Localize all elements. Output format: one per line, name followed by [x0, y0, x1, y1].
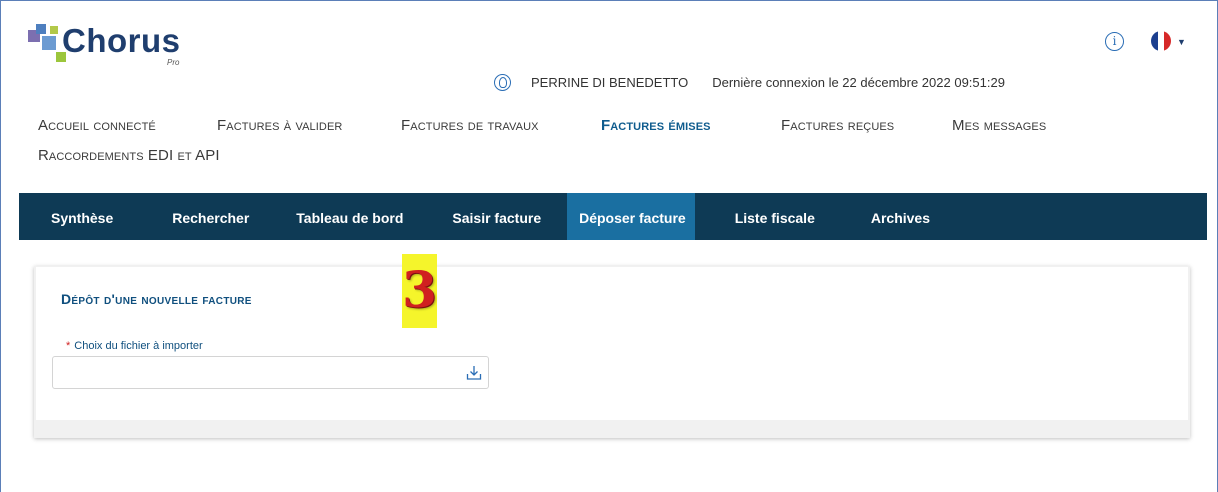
tab-synthese[interactable]: Synthèse — [19, 193, 145, 240]
info-icon[interactable]: i — [1105, 32, 1124, 51]
step-number: 3 — [402, 260, 437, 319]
user-info: PERRINE DI BENEDETTO Dernière connexion … — [494, 74, 1005, 91]
chorus-pro-logo[interactable]: Chorus Pro — [28, 22, 198, 72]
logo-square — [42, 36, 56, 50]
tab-tableau-de-bord[interactable]: Tableau de bord — [280, 193, 430, 240]
nav-item-raccordements-edi-api[interactable]: Raccordements EDI et API — [38, 147, 220, 177]
nav-item-factures-a-valider[interactable]: Factures à valider — [217, 117, 401, 147]
step-number-badge: 3 — [402, 254, 437, 328]
nav-item-factures-emises[interactable]: Factures émises — [601, 117, 781, 147]
nav-item-mes-messages[interactable]: Mes messages — [952, 117, 1046, 147]
required-marker: * — [66, 340, 71, 352]
file-field-label: * Choix du fichier à importer — [66, 340, 203, 352]
file-import-input[interactable] — [52, 356, 489, 389]
file-field-label-text: Choix du fichier à importer — [74, 340, 203, 352]
logo-square — [50, 26, 58, 34]
tab-saisir-facture[interactable]: Saisir facture — [430, 193, 567, 240]
upload-card — [36, 267, 1188, 420]
nav-item-factures-recues[interactable]: Factures reçues — [781, 117, 952, 147]
sub-navigation-bar: Synthèse Rechercher Tableau de bord Sais… — [19, 193, 1207, 240]
logo-square — [36, 24, 46, 34]
language-dropdown-caret-icon[interactable]: ▼ — [1177, 37, 1186, 47]
logo-wordmark: Chorus — [62, 22, 181, 59]
french-flag-icon[interactable] — [1151, 31, 1171, 51]
user-name[interactable]: PERRINE DI BENEDETTO — [531, 75, 688, 90]
nav-item-accueil-connecte[interactable]: Accueil connecté — [38, 117, 217, 147]
logo-subtitle: Pro — [167, 58, 180, 67]
user-icon[interactable] — [494, 74, 511, 91]
download-icon[interactable] — [465, 364, 483, 382]
card-title: Dépôt d'une nouvelle facture — [61, 291, 252, 307]
tab-liste-fiscale[interactable]: Liste fiscale — [695, 193, 855, 240]
tab-rechercher[interactable]: Rechercher — [145, 193, 280, 240]
main-nav-row: Raccordements EDI et API — [38, 147, 1158, 177]
last-login-text: Dernière connexion le 22 décembre 2022 0… — [712, 75, 1005, 90]
main-navigation: Accueil connecté Factures à valider Fact… — [38, 117, 1158, 177]
tab-deposer-facture[interactable]: Déposer facture — [567, 193, 695, 240]
main-nav-row: Accueil connecté Factures à valider Fact… — [38, 117, 1158, 147]
nav-item-factures-de-travaux[interactable]: Factures de travaux — [401, 117, 601, 147]
tab-archives[interactable]: Archives — [855, 193, 950, 240]
